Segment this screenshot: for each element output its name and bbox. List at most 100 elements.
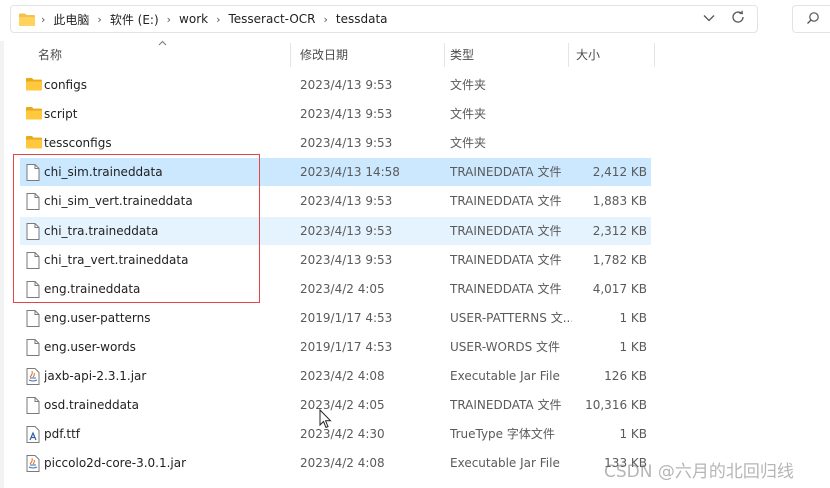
folder-icon (19, 13, 35, 26)
address-bar[interactable]: › 此电脑 › 软件 (E:) › work › Tesseract-OCR ›… (10, 5, 758, 33)
file-name: configs (44, 78, 87, 92)
file-date-modified: 2019/1/17 4:53 (300, 339, 393, 354)
file-row[interactable]: script 2023/4/13 9:53 文件夹 (20, 100, 651, 128)
file-row[interactable]: tessconfigs 2023/4/13 9:53 文件夹 (20, 129, 651, 157)
file-date-modified: 2023/4/2 4:08 (300, 369, 385, 383)
file-type: TRAINEDDATA 文件 (450, 194, 562, 209)
watermark: CSDN @六月的北回归线 (604, 462, 794, 482)
file-date-modified: 2023/4/13 9:53 (300, 136, 393, 151)
file-row[interactable]: chi_tra.traineddata 2023/4/13 9:53 TRAINED… (20, 216, 651, 245)
column-name[interactable]: 名称 (30, 41, 288, 69)
file-type: USER-WORDS 文件 (450, 339, 560, 354)
chevron-right-icon[interactable]: › (167, 13, 171, 26)
file-date-modified: 2023/4/13 14:58 (300, 165, 400, 180)
column-divider[interactable] (290, 43, 291, 67)
breadcrumb-work[interactable]: work (179, 12, 208, 26)
file-date-modified: 2023/4/2 4:05 (300, 281, 385, 296)
file-name: tessconfigs (44, 136, 112, 151)
file-name: script (44, 107, 78, 122)
file-name: eng.user-words (44, 339, 136, 354)
breadcrumb-tessdata[interactable]: tessdata (336, 12, 388, 26)
column-header: 名称 修改日期 类型 大小 (20, 40, 660, 69)
file-size: 1 KB (619, 310, 647, 325)
file-row[interactable]: chi_sim.traineddata 2023/4/13 14:58 TRAINE… (20, 158, 651, 187)
file-row[interactable]: piccolo2d-core-3.0.1.jar 2023/4/2 4:08 Exe… (20, 449, 651, 477)
file-row[interactable]: chi_tra_vert.traineddata 2023/4/13 9:53 TR… (20, 246, 651, 274)
file-type: 文件夹 (450, 78, 487, 92)
file-type: 文件夹 (450, 107, 487, 122)
file-date-modified: 2023/4/13 9:53 (300, 107, 393, 122)
jar-icon (26, 368, 42, 385)
file-name: chi_sim.traineddata (44, 165, 163, 180)
breadcrumb-tesseract-ocr[interactable]: Tesseract-OCR (229, 12, 316, 26)
file-row[interactable]: configs 2023/4/13 9:53 文件夹 (20, 71, 651, 99)
file-name: piccolo2d-core-3.0.1.jar (44, 456, 187, 471)
file-row[interactable]: osd.traineddata 2023/4/2 4:05 TRAINEDDATA … (20, 391, 651, 419)
chevron-right-icon[interactable]: › (323, 13, 327, 26)
file-type: 文件夹 (450, 136, 487, 151)
file-icon (26, 309, 42, 327)
file-size (572, 71, 647, 99)
file-size: 126 KB (604, 369, 647, 383)
file-row[interactable]: chi_sim_vert.traineddata 2023/4/13 9:53 TR… (20, 187, 651, 215)
file-name: osd.traineddata (44, 398, 139, 413)
file-icon (26, 164, 42, 182)
jar-icon (26, 455, 42, 473)
refresh-icon[interactable] (729, 9, 747, 27)
file-type: TRAINEDDATA 文件 (450, 281, 562, 296)
file-type: TRAINEDDATA 文件 (450, 223, 562, 238)
folder-icon (26, 135, 42, 151)
chevron-right-icon[interactable]: › (97, 13, 101, 26)
file-name: pdf.ttf (44, 427, 81, 442)
file-icon (26, 193, 42, 211)
file-size: 2,312 KB (592, 223, 647, 238)
file-size: 2,412 KB (592, 165, 647, 180)
breadcrumb-drive-e[interactable]: 软件 (E:) (110, 11, 159, 28)
search-icon (806, 11, 820, 28)
file-size: 10,316 KB (585, 398, 647, 413)
folder-icon (26, 106, 42, 122)
column-date-modified[interactable]: 修改日期 (292, 41, 442, 69)
breadcrumb-this-pc[interactable]: 此电脑 (53, 11, 89, 28)
column-type[interactable]: 类型 (442, 41, 564, 69)
file-name: chi_tra_vert.traineddata (44, 252, 189, 267)
file-name: chi_sim_vert.traineddata (44, 194, 193, 209)
file-size: 1 KB (619, 339, 647, 354)
file-name: eng.traineddata (44, 281, 141, 296)
font-file-icon (26, 426, 42, 444)
column-size[interactable]: 大小 (568, 41, 650, 69)
file-type: TRAINEDDATA 文件 (450, 252, 562, 267)
chevron-right-icon: › (41, 12, 46, 26)
file-date-modified: 2023/4/13 9:53 (300, 223, 393, 238)
file-date-modified: 2019/1/17 4:53 (300, 310, 393, 325)
file-size (572, 100, 647, 128)
file-type: Executable Jar File (450, 369, 560, 383)
mouse-cursor-icon (319, 408, 333, 432)
file-type: Executable Jar File (450, 456, 560, 471)
column-divider[interactable] (654, 43, 655, 67)
file-row[interactable]: jaxb-api-2.3.1.jar 2023/4/2 4:08 Executabl… (20, 362, 651, 390)
file-name: jaxb-api-2.3.1.jar (44, 369, 147, 383)
file-icon (26, 251, 42, 269)
file-size: 4,017 KB (592, 281, 647, 296)
file-date-modified: 2023/4/13 9:53 (300, 78, 393, 92)
file-date-modified: 2023/4/13 9:53 (300, 252, 393, 267)
file-row[interactable]: eng.user-patterns 2019/1/17 4:53 USER-PATT… (20, 304, 651, 332)
file-icon (26, 280, 42, 298)
navigation-pane-edge (0, 41, 4, 488)
chevron-right-icon[interactable]: › (216, 13, 220, 26)
file-type: TRAINEDDATA 文件 (450, 398, 562, 413)
file-size: 1,782 KB (592, 252, 647, 267)
search-box[interactable] (792, 5, 830, 33)
file-size: 1,883 KB (592, 194, 647, 209)
file-row[interactable]: eng.traineddata 2023/4/2 4:05 TRAINEDDATA … (20, 275, 651, 303)
file-row[interactable]: pdf.ttf 2023/4/2 4:30 TrueType 字体文件 1 KB (20, 420, 651, 448)
file-icon (26, 397, 42, 415)
chevron-down-icon[interactable] (701, 11, 717, 27)
file-icon (26, 222, 42, 240)
file-type: TRAINEDDATA 文件 (450, 165, 562, 180)
file-date-modified: 2023/4/13 9:53 (300, 194, 393, 209)
file-name: eng.user-patterns (44, 310, 151, 325)
navigation-bar: › 此电脑 › 软件 (E:) › work › Tesseract-OCR ›… (0, 0, 830, 40)
file-row[interactable]: eng.user-words 2019/1/17 4:53 USER-WORDS 文… (20, 333, 651, 361)
